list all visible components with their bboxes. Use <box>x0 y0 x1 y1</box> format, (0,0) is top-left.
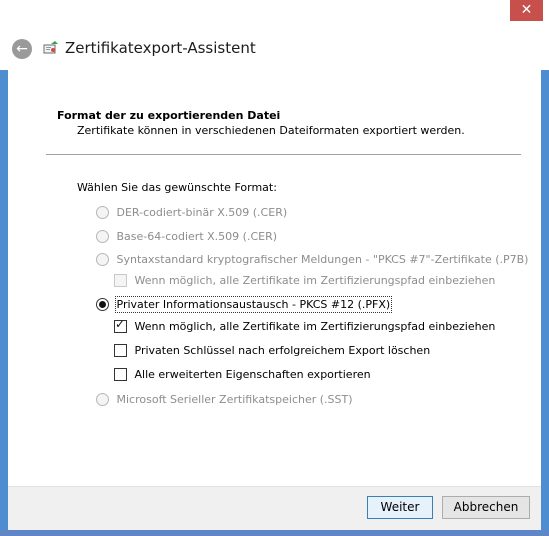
checkbox-export-properties[interactable]: Alle erweiterten Eigenschaften exportier… <box>114 367 371 382</box>
divider <box>46 154 521 155</box>
radio-icon <box>96 252 109 266</box>
back-button[interactable]: ← <box>12 39 32 59</box>
section-subtitle: Zertifikate können in verschiedenen Date… <box>77 124 465 137</box>
cancel-button[interactable]: Abbrechen <box>442 496 530 519</box>
close-icon: ✕ <box>520 2 533 18</box>
background-strip <box>0 530 549 536</box>
radio-der-label: DER-codiert-binär X.509 (.CER) <box>116 206 288 219</box>
checkbox-pkcs7-include-label: Wenn möglich, alle Zertifikate im Zertif… <box>134 274 496 287</box>
radio-pkcs7-label: Syntaxstandard kryptografischer Meldunge… <box>116 253 529 266</box>
checkbox-delete-private-key-label: Privaten Schlüssel nach erfolgreichem Ex… <box>134 344 431 357</box>
checkbox-icon <box>114 273 127 287</box>
next-button[interactable]: Weiter <box>367 496 433 519</box>
radio-icon <box>96 229 109 243</box>
radio-base64-label: Base-64-codiert X.509 (.CER) <box>116 230 278 243</box>
checkbox-delete-private-key[interactable]: Privaten Schlüssel nach erfolgreichem Ex… <box>114 343 431 358</box>
checkbox-export-properties-label: Alle erweiterten Eigenschaften exportier… <box>134 368 371 381</box>
checkbox-pkcs7-include[interactable]: Wenn möglich, alle Zertifikate im Zertif… <box>114 273 496 288</box>
radio-selected-icon <box>96 297 109 311</box>
checkbox-icon <box>114 343 127 357</box>
back-arrow-icon: ← <box>16 41 28 57</box>
checkbox-pfx-include-label: Wenn möglich, alle Zertifikate im Zertif… <box>134 320 496 333</box>
radio-sst-label: Microsoft Serieller Zertifikatspeicher (… <box>116 393 353 406</box>
radio-base64[interactable]: Base-64-codiert X.509 (.CER) <box>96 229 278 244</box>
certificate-export-icon <box>43 41 58 54</box>
checkbox-pfx-include[interactable]: Wenn möglich, alle Zertifikate im Zertif… <box>114 317 496 334</box>
format-prompt: Wählen Sie das gewünschte Format: <box>77 181 277 194</box>
radio-icon <box>96 392 109 406</box>
radio-pfx[interactable]: Privater Informationsaustausch - PKCS #1… <box>96 296 393 313</box>
radio-icon <box>96 205 109 219</box>
radio-der[interactable]: DER-codiert-binär X.509 (.CER) <box>96 205 288 220</box>
checkbox-checked-icon <box>114 317 127 333</box>
wizard-footer: Weiter Abbrechen <box>8 486 541 531</box>
window-title: Zertifikatexport-Assistent <box>65 39 256 57</box>
radio-sst[interactable]: Microsoft Serieller Zertifikatspeicher (… <box>96 392 353 407</box>
radio-pkcs7[interactable]: Syntaxstandard kryptografischer Meldunge… <box>96 252 529 267</box>
radio-pfx-label: Privater Informationsaustausch - PKCS #1… <box>114 296 393 313</box>
window-header: ✕ ← Zertifikatexport-Assistent <box>0 0 549 70</box>
close-button[interactable]: ✕ <box>510 0 543 21</box>
checkbox-icon <box>114 367 127 381</box>
window-frame: ✕ ← Zertifikatexport-Assistent Format de… <box>0 0 549 536</box>
section-title: Format der zu exportierenden Datei <box>57 109 281 122</box>
